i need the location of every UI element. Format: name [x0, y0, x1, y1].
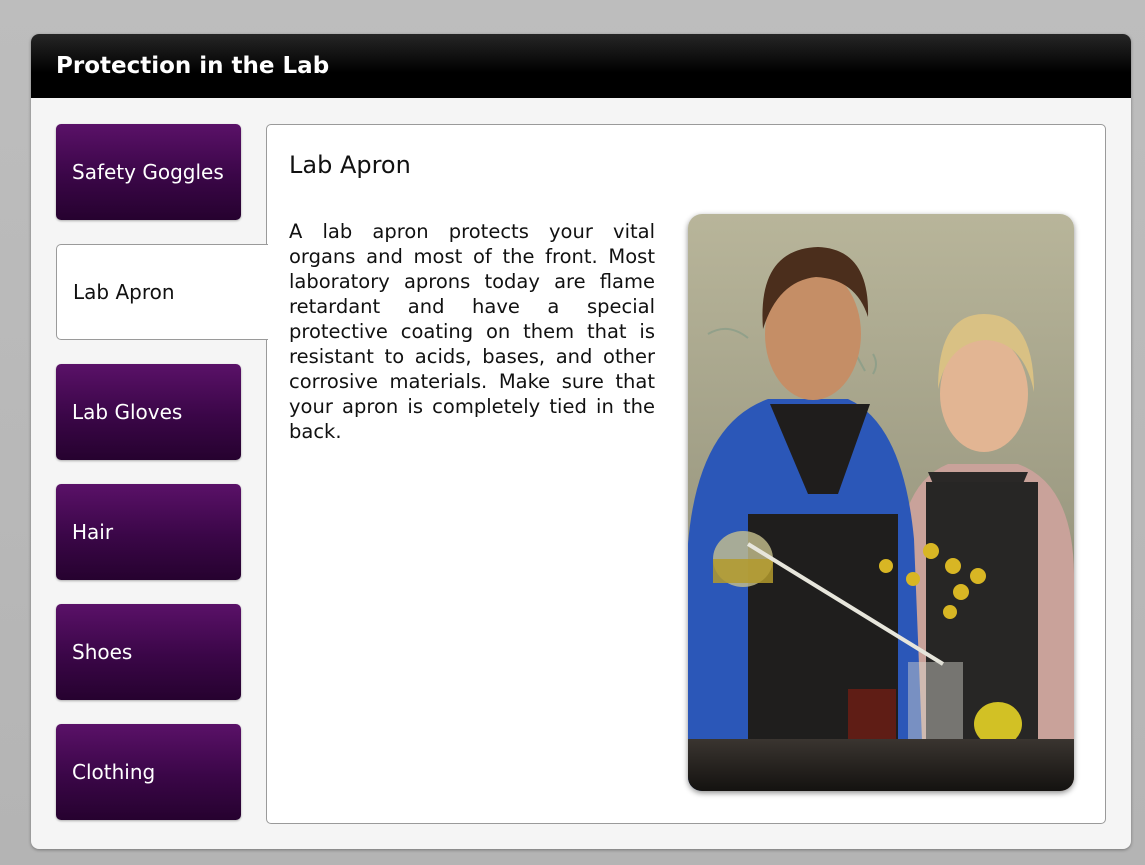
- students-in-lab-aprons-photo: [688, 214, 1074, 791]
- tab-lab-gloves[interactable]: Lab Gloves: [56, 364, 241, 460]
- tab-label: Hair: [72, 520, 114, 544]
- tab-label: Lab Gloves: [72, 400, 183, 424]
- tab-lab-apron[interactable]: Lab Apron: [56, 244, 268, 340]
- tab-label: Lab Apron: [73, 280, 175, 304]
- window-title: Protection in the Lab: [31, 34, 1131, 98]
- tab-clothing[interactable]: Clothing: [56, 724, 241, 820]
- tab-hair[interactable]: Hair: [56, 484, 241, 580]
- content-panel: Lab Apron A lab apron protects your vita…: [266, 124, 1106, 824]
- content-heading: Lab Apron: [289, 151, 411, 179]
- tab-label: Clothing: [72, 760, 156, 784]
- tab-label: Shoes: [72, 640, 133, 664]
- tab-label: Safety Goggles: [72, 160, 224, 184]
- app-window: Protection in the Lab Safety Goggles Lab…: [31, 34, 1131, 849]
- content-body: A lab apron protects your vital organs a…: [289, 220, 655, 443]
- tab-safety-goggles[interactable]: Safety Goggles: [56, 124, 241, 220]
- tab-shoes[interactable]: Shoes: [56, 604, 241, 700]
